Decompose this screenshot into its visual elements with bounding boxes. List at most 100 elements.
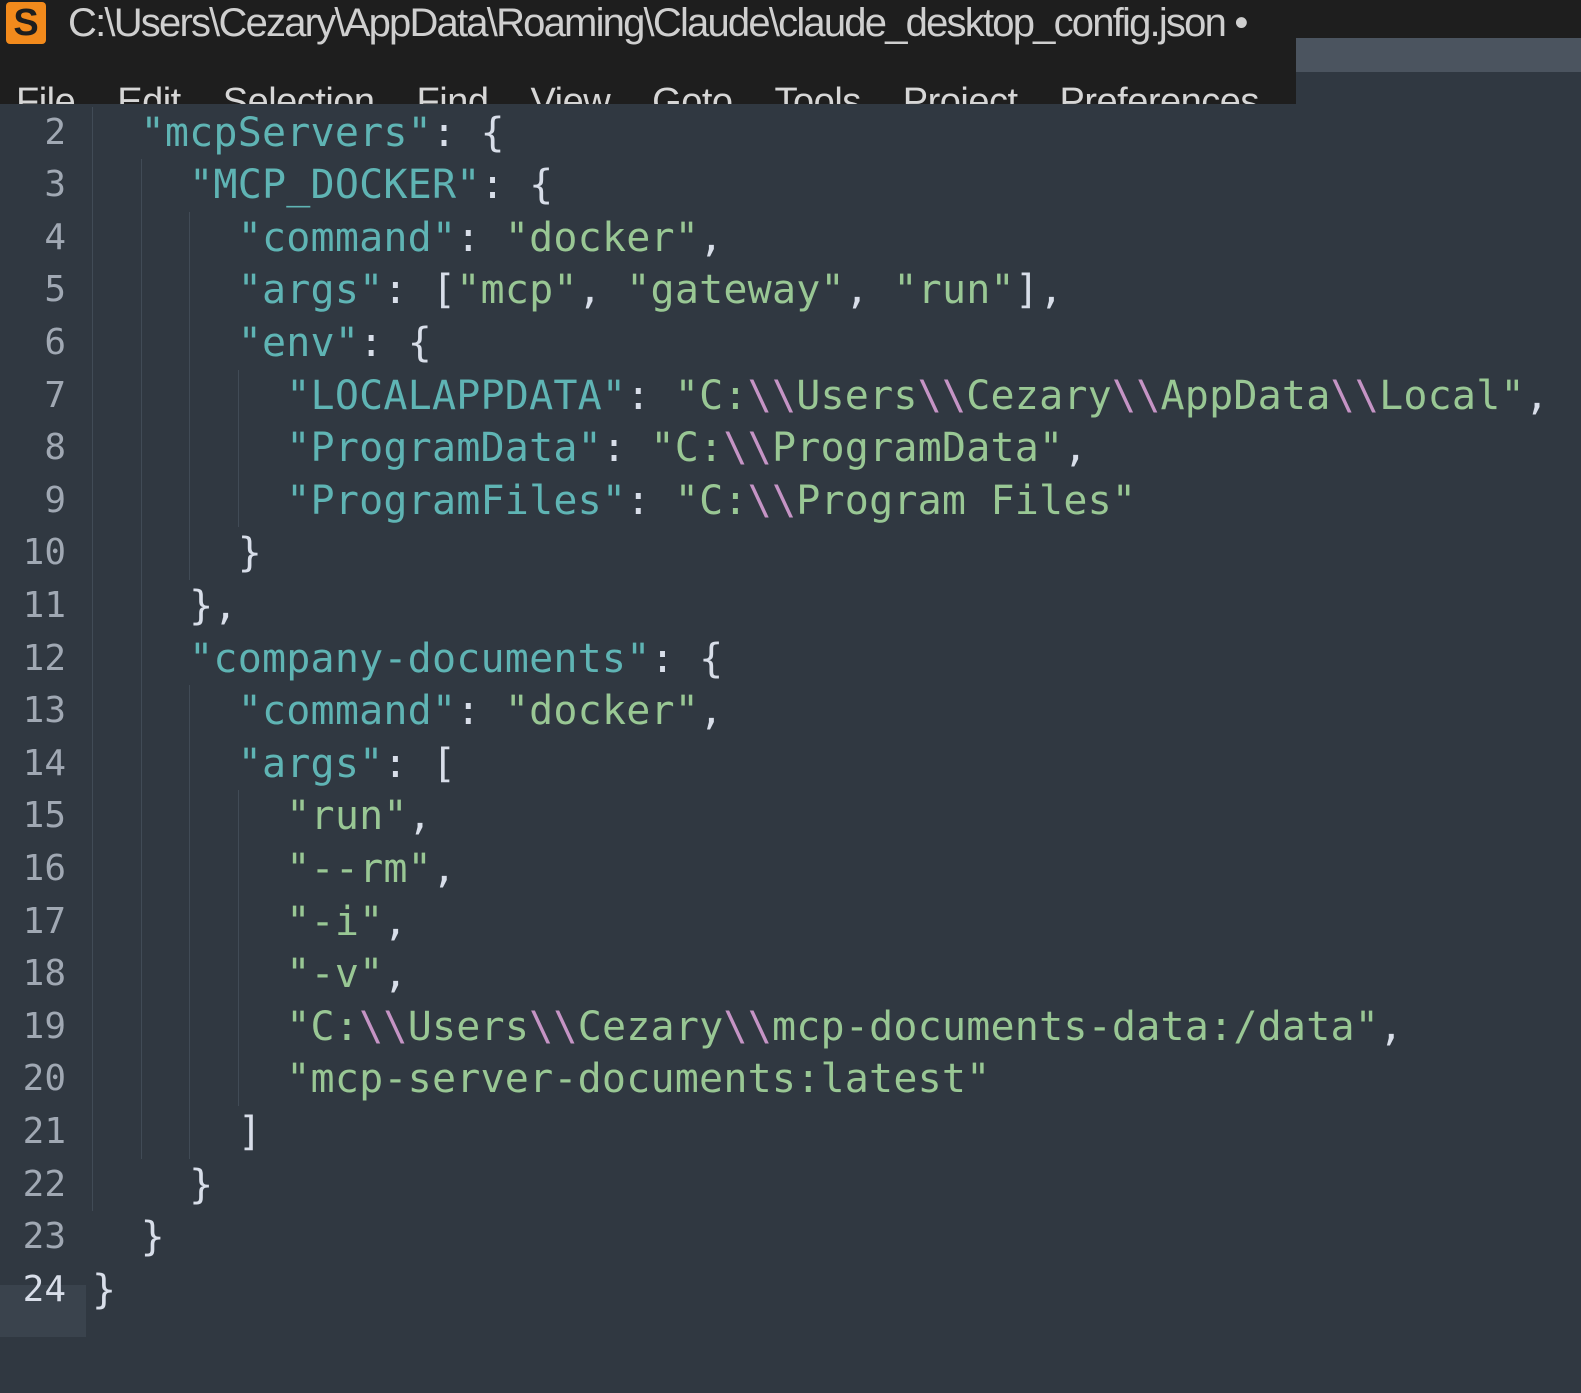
punctuation: , — [407, 793, 432, 840]
json-string: "-i" — [286, 898, 384, 945]
code-line[interactable]: "ProgramData": "C:\\ProgramData", — [92, 422, 1088, 474]
line-number: 3 — [44, 164, 66, 206]
code-line[interactable]: "-i", — [92, 896, 408, 948]
json-string: "C: — [674, 477, 748, 524]
menu-item-goto[interactable]: Goto — [652, 78, 733, 104]
line-number: 18 — [22, 953, 66, 995]
code-line[interactable]: "args": ["mcp", "gateway", "run"], — [92, 264, 1063, 316]
sublime-text-app-icon[interactable]: S — [6, 2, 46, 44]
menu-item-selection[interactable]: Selection — [223, 78, 375, 104]
json-string: AppData — [1160, 372, 1331, 419]
punctuation: : — [626, 372, 675, 419]
line-number: 20 — [22, 1058, 66, 1100]
punctuation: ] — [92, 1109, 262, 1155]
escape-sequence: \\ — [529, 1003, 578, 1050]
punctuation: , — [383, 951, 408, 998]
code-line[interactable]: "company-documents": { — [92, 633, 723, 685]
line-number: 21 — [22, 1111, 66, 1152]
code-line[interactable]: "-v", — [92, 948, 408, 1000]
code-line[interactable]: "env": { — [92, 317, 432, 369]
punctuation — [92, 899, 286, 945]
punctuation — [92, 1056, 286, 1102]
code-line[interactable]: "MCP_DOCKER": { — [92, 159, 553, 211]
json-string: Program Files" — [796, 477, 1137, 524]
code-editor[interactable]: 123456789101112131415161718192021222324 … — [0, 104, 1581, 1393]
json-string: "run" — [893, 267, 1015, 314]
code-line[interactable]: } — [92, 1211, 165, 1263]
menu-item-tools[interactable]: Tools — [775, 78, 862, 104]
json-key: "mcpServers" — [140, 109, 432, 156]
line-number: 24 — [22, 1268, 66, 1310]
menu-item-edit[interactable]: Edit — [117, 78, 181, 104]
escape-sequence: \\ — [1111, 372, 1161, 419]
code-line[interactable]: }, — [92, 580, 238, 632]
code-line[interactable]: "LOCALAPPDATA": "C:\\Users\\Cezary\\AppD… — [92, 370, 1549, 422]
escape-sequence: \\ — [1330, 372, 1380, 419]
punctuation: } — [92, 1266, 117, 1313]
code-line[interactable]: } — [92, 1264, 116, 1316]
code-line[interactable]: "command": "docker", — [92, 212, 723, 264]
punctuation — [92, 793, 286, 839]
punctuation — [92, 846, 286, 892]
json-key: "MCP_DOCKER" — [189, 162, 481, 209]
punctuation: : { — [431, 109, 505, 156]
json-key: "LOCALAPPDATA" — [286, 372, 627, 419]
code-line[interactable]: "C:\\Users\\Cezary\\mcp-documents-data:/… — [92, 1001, 1403, 1053]
json-string: "-v" — [286, 951, 384, 998]
punctuation — [92, 478, 286, 524]
line-number: 15 — [22, 795, 66, 837]
code-line[interactable]: } — [92, 1159, 213, 1211]
menu-bar: File Edit Selection Find View Goto Tools Projec… — [0, 66, 1296, 104]
code-line[interactable]: "mcpServers": { — [92, 107, 505, 159]
punctuation: : [ — [383, 267, 457, 314]
punctuation: : { — [359, 320, 432, 366]
code-line[interactable]: "mcp-server-documents:latest" — [92, 1053, 990, 1105]
punctuation: , — [1063, 425, 1088, 472]
punctuation: , — [1379, 1003, 1404, 1050]
menu-item-project[interactable]: Project — [903, 78, 1018, 104]
menu-item-preferences[interactable]: Preferences — [1060, 78, 1260, 104]
json-string: "--rm" — [286, 846, 432, 892]
json-string: "docker" — [504, 688, 700, 735]
punctuation: : { — [480, 162, 554, 209]
punctuation — [92, 110, 141, 156]
code-line[interactable]: } — [92, 527, 262, 579]
line-number: 10 — [22, 532, 66, 574]
json-string: Cezary — [577, 1003, 724, 1050]
title-bar-accent — [1296, 38, 1581, 72]
punctuation — [92, 373, 286, 419]
json-string: Cezary — [966, 372, 1112, 419]
line-number: 4 — [44, 216, 66, 258]
code-line[interactable]: "args": [ — [92, 738, 456, 790]
punctuation: : — [626, 477, 675, 524]
punctuation — [92, 741, 238, 787]
json-string: "mcp" — [456, 267, 578, 314]
punctuation: : — [601, 425, 651, 472]
punctuation — [92, 215, 238, 261]
punctuation: }, — [92, 583, 238, 629]
punctuation — [92, 320, 238, 366]
line-number: 19 — [22, 1005, 66, 1047]
escape-sequence: \\ — [917, 372, 967, 419]
escape-sequence: \\ — [723, 425, 772, 472]
window-title: C:\Users\Cezary\AppData\Roaming\Claude\c… — [68, 1, 1248, 45]
line-number: 23 — [22, 1216, 66, 1258]
json-key: "env" — [237, 320, 360, 366]
punctuation — [92, 267, 238, 313]
line-number: 11 — [22, 585, 66, 626]
punctuation: , — [844, 267, 894, 314]
code-line[interactable]: "--rm", — [92, 843, 456, 895]
json-string: Local" — [1379, 372, 1525, 419]
menu-item-find[interactable]: Find — [417, 78, 489, 104]
code-line[interactable]: ] — [92, 1106, 262, 1158]
menu-list: File Edit Selection Find View Goto Tools Projec… — [16, 78, 1296, 104]
escape-sequence: \\ — [359, 1003, 408, 1050]
punctuation — [92, 1004, 286, 1050]
punctuation: } — [92, 1214, 165, 1261]
code-line[interactable]: "command": "docker", — [92, 685, 723, 737]
code-line[interactable]: "run", — [92, 790, 432, 842]
menu-item-file[interactable]: File — [16, 78, 76, 104]
code-line[interactable]: "ProgramFiles": "C:\\Program Files" — [92, 475, 1136, 527]
menu-item-view[interactable]: View — [530, 78, 610, 104]
json-string: "C: — [286, 1003, 360, 1050]
